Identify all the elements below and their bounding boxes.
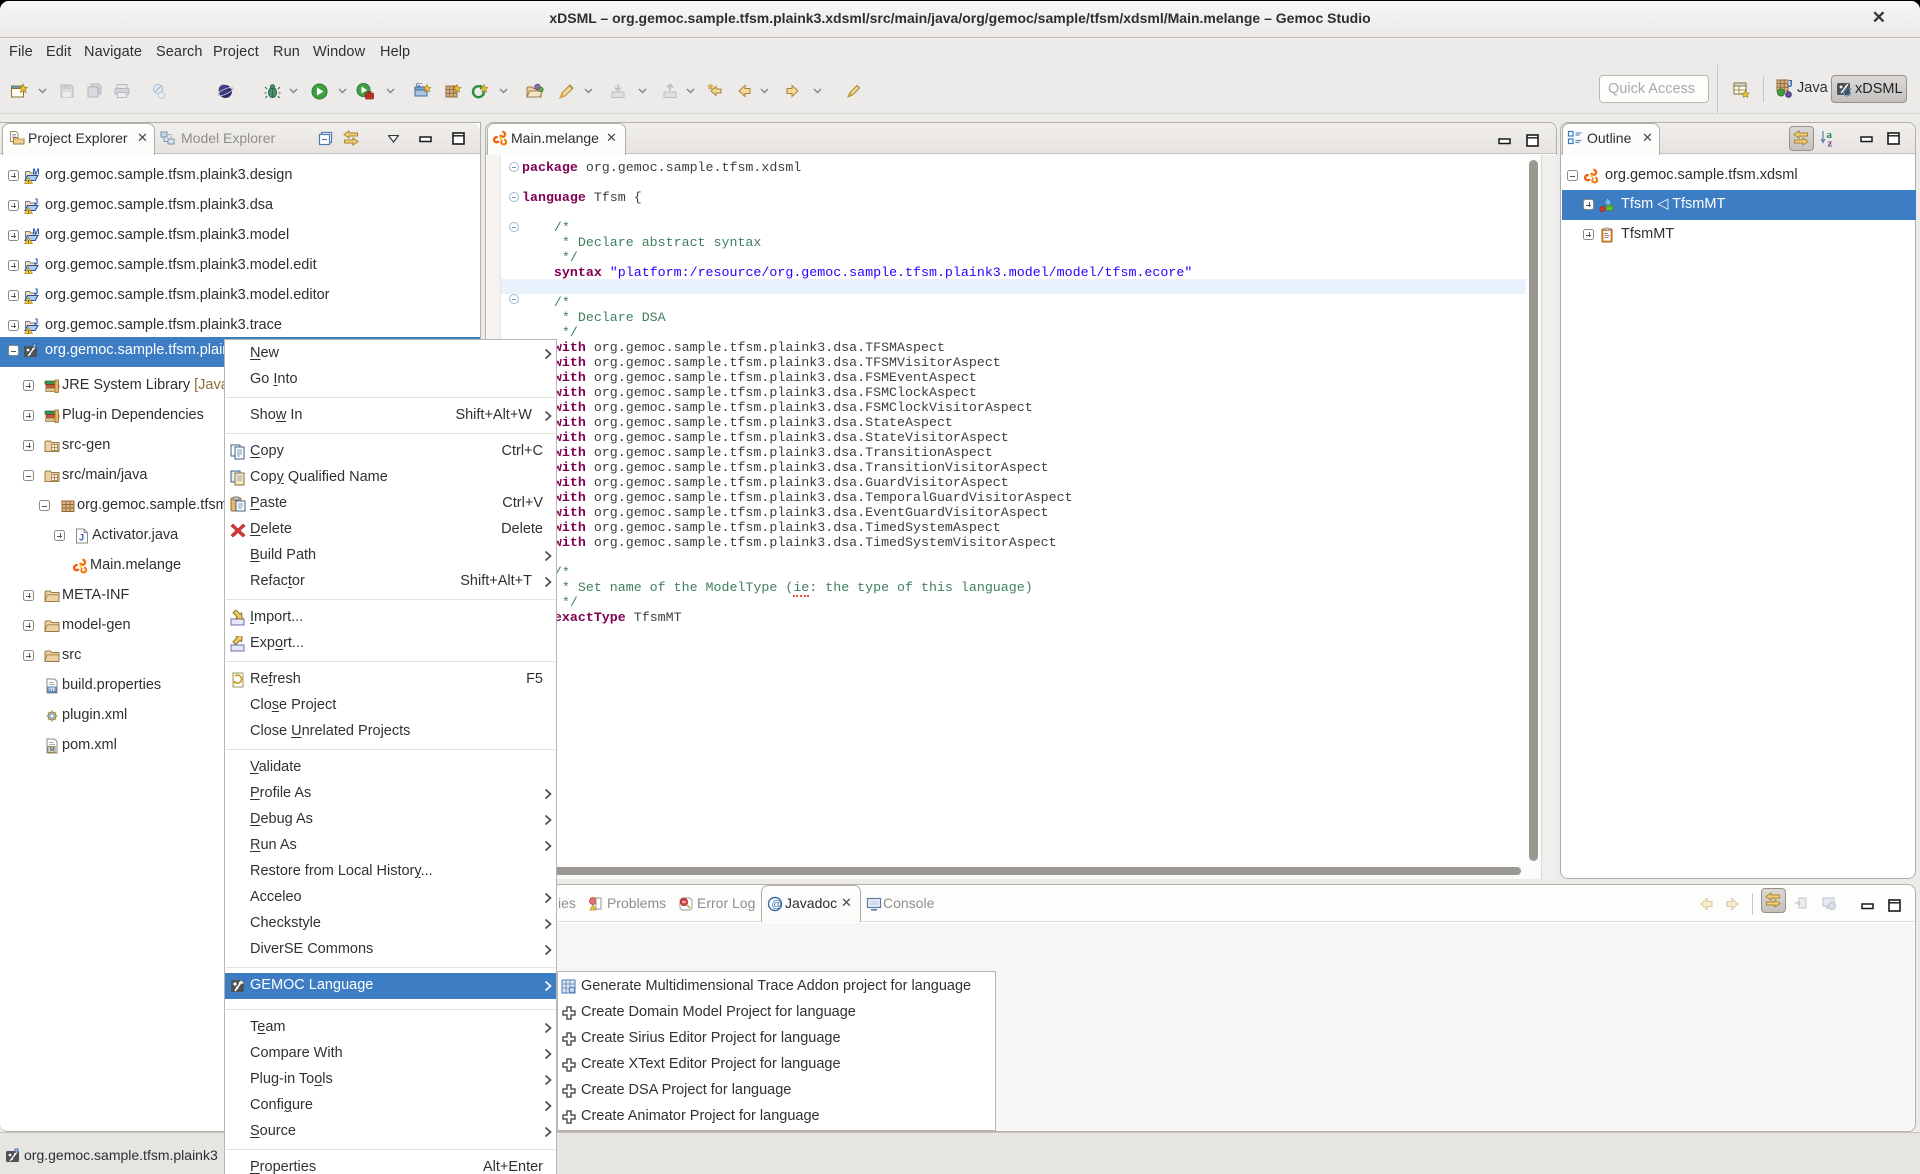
svg-text:z: z: [1828, 138, 1833, 148]
svg-text:J: J: [1787, 79, 1793, 90]
svg-text:Gˇ: Gˇ: [416, 83, 422, 89]
